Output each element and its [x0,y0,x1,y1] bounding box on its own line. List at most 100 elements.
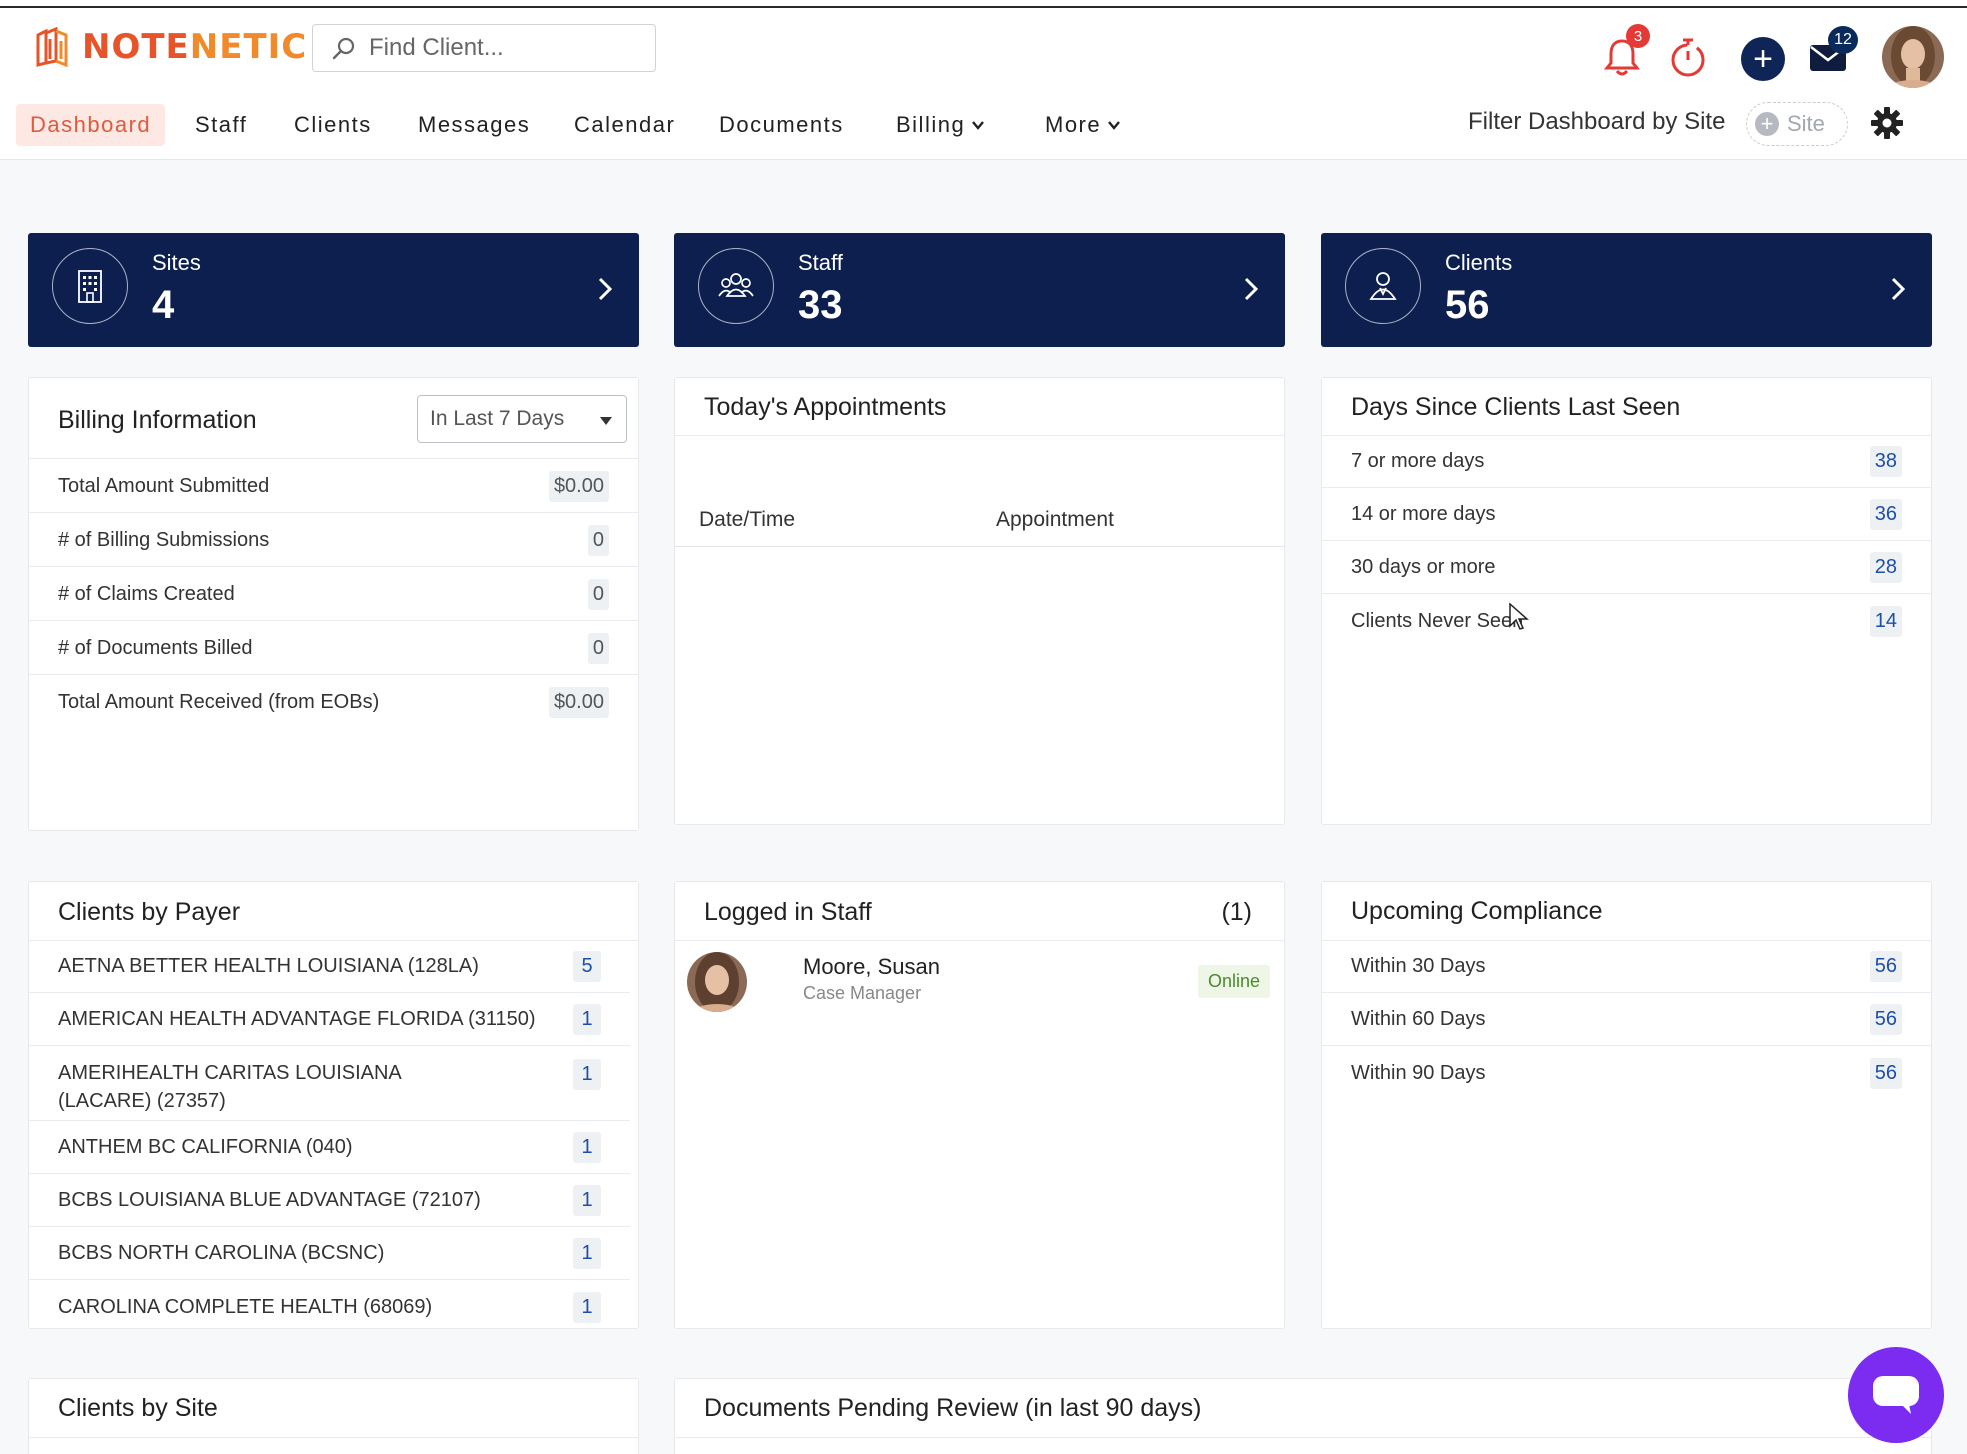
nav-dashboard-label: Dashboard [30,112,152,137]
stat-label: Clients [1445,250,1513,275]
site-filter-pill[interactable]: + Site [1746,102,1848,146]
nav-calendar[interactable]: Calendar [560,104,689,146]
last-seen-label: 30 days or more [1351,556,1496,578]
stat-label: Sites [152,250,201,275]
stat-label: Staff [798,250,843,275]
divider [675,1437,1931,1438]
billing-row-label: # of Documents Billed [58,636,253,659]
payer-row[interactable]: ANTHEM BC CALIFORNIA (040) 1 [29,1122,630,1174]
payer-count[interactable]: 1 [573,1185,601,1216]
stat-card-clients[interactable]: Clients 56 [1321,233,1932,347]
nav-more[interactable]: More [1031,104,1135,146]
payer-label: AMERIHEALTH CARITAS LOUISIANA (LACARE) (… [58,1062,401,1112]
stat-card-staff[interactable]: Staff 33 [674,233,1285,347]
compliance-count[interactable]: 56 [1869,951,1902,982]
payer-row[interactable]: AMERIHEALTH CARITAS LOUISIANA (LACARE) (… [29,1047,630,1121]
nav-messages[interactable]: Messages [404,104,544,146]
nav-billing-label: Billing [896,112,966,137]
billing-row: Total Amount Received (from EOBs) $0.00 [29,676,638,729]
compliance-count[interactable]: 56 [1869,1057,1902,1089]
nav-documents-label: Documents [719,112,844,137]
messages-button[interactable]: 12 [1806,26,1858,78]
billing-row-label: Total Amount Submitted [58,474,270,497]
nav-staff[interactable]: Staff [181,104,261,146]
billing-row: # of Documents Billed 0 [29,622,638,675]
nav-calendar-label: Calendar [574,112,676,137]
payer-label: AMERICAN HEALTH ADVANTAGE FLORIDA (31150… [58,1008,536,1030]
divider [675,435,1284,436]
payer-count[interactable]: 1 [573,1059,601,1090]
payer-row[interactable]: CAROLINA COMPLETE HEALTH (68069) 1 [29,1281,630,1328]
payer-row[interactable]: AETNA BETTER HEALTH LOUISIANA (128LA) 5 [29,941,630,993]
last-seen-row[interactable]: 14 or more days 36 [1322,489,1931,541]
panel-title: Billing Information [58,406,257,434]
compliance-row[interactable]: Within 60 Days 56 [1322,994,1931,1046]
last-seen-row[interactable]: 30 days or more 28 [1322,542,1931,594]
app-logo[interactable]: NOTENETIC [32,24,307,70]
last-seen-count[interactable]: 28 [1869,552,1902,583]
nav-clients[interactable]: Clients [280,104,386,146]
panel-title: Today's Appointments [704,393,947,421]
payer-count[interactable]: 1 [573,1004,601,1035]
status-badge: Online [1198,965,1271,998]
compliance-row[interactable]: Within 90 Days 56 [1322,1047,1931,1099]
billing-information-panel: Billing Information In Last 7 Days Total… [28,377,639,831]
payer-count[interactable]: 1 [573,1132,601,1163]
last-seen-count[interactable]: 36 [1869,499,1902,530]
nav-messages-label: Messages [418,112,531,137]
last-seen-row[interactable]: 7 or more days 38 [1322,436,1931,488]
user-avatar-image [1882,26,1944,88]
documents-pending-review-panel: Documents Pending Review (in last 90 day… [674,1378,1932,1454]
last-seen-label: Clients Never Seen [1351,609,1524,632]
billing-row: # of Claims Created 0 [29,568,638,621]
find-client-search[interactable] [312,24,656,72]
days-since-last-seen-panel: Days Since Clients Last Seen 7 or more d… [1321,377,1932,825]
payer-row[interactable]: BCBS LOUISIANA BLUE ADVANTAGE (72107) 1 [29,1175,630,1227]
billing-row-label: # of Claims Created [58,582,235,605]
last-seen-count[interactable]: 14 [1869,605,1902,637]
payer-count[interactable]: 5 [573,951,601,982]
billing-row-value: 0 [587,578,609,610]
nav-dashboard[interactable]: Dashboard [16,104,166,146]
notifications-badge: 3 [1626,24,1650,48]
stat-value: 33 [798,283,843,327]
stat-value: 4 [152,283,175,327]
notifications-button[interactable]: 3 [1600,24,1650,82]
last-seen-count[interactable]: 38 [1869,446,1902,477]
stat-card-sites[interactable]: Sites 4 [28,233,639,347]
compliance-count[interactable]: 56 [1869,1004,1902,1035]
panel-title: Clients by Site [58,1394,218,1422]
user-avatar[interactable] [1882,26,1944,88]
staff-avatar-image [687,952,747,1012]
staff-avatar [687,952,747,1012]
timer-button[interactable] [1666,32,1710,82]
stopwatch-icon [1671,38,1705,77]
logo-text-part-a: NOTE [82,27,190,67]
billing-range-select[interactable]: In Last 7 Days [417,395,627,443]
last-seen-row[interactable]: Clients Never Seen 14 [1322,595,1931,647]
search-input[interactable] [369,34,639,62]
todays-appointments-panel: Today's Appointments Date/Time Appointme… [674,377,1285,825]
billing-row: Total Amount Submitted $0.00 [29,460,638,513]
add-button[interactable]: + [1741,37,1785,81]
messages-badge: 12 [1828,26,1858,54]
chevron-right-icon [1891,277,1906,301]
panel-title: Clients by Payer [58,898,241,926]
payer-row[interactable]: BCBS NORTH CAROLINA (BCSNC) 1 [29,1228,630,1280]
billing-row-label: Total Amount Received (from EOBs) [58,691,380,713]
compliance-row[interactable]: Within 30 Days 56 [1322,941,1931,993]
payer-row[interactable]: AMERICAN HEALTH ADVANTAGE FLORIDA (31150… [29,994,630,1046]
payer-count[interactable]: 1 [573,1238,601,1269]
nav-billing[interactable]: Billing [882,104,999,146]
stat-icon-circle [698,248,774,324]
nav-more-label: More [1045,112,1102,137]
chevron-right-icon [598,277,613,301]
staff-row[interactable]: Moore, Susan Case Manager Online [675,940,1284,1024]
billing-row-value: 0 [587,524,609,556]
gear-icon[interactable] [1870,106,1904,140]
chat-button[interactable] [1848,1347,1944,1443]
billing-row-value: 0 [587,632,609,664]
payer-count[interactable]: 1 [573,1291,601,1323]
nav-documents[interactable]: Documents [705,104,858,146]
logged-in-count: (1) [1221,898,1252,926]
